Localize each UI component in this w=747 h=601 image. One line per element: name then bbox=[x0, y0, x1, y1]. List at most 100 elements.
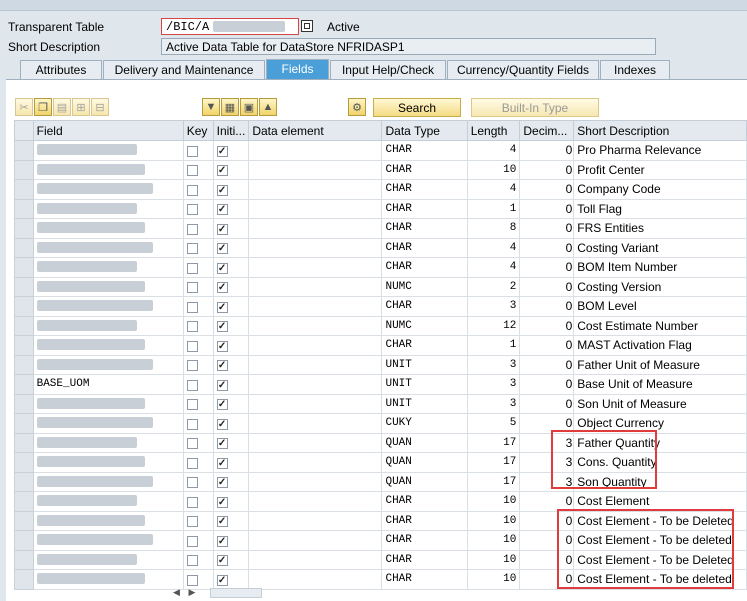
initial-checkbox[interactable] bbox=[216, 516, 228, 528]
row-selector[interactable] bbox=[14, 296, 34, 317]
key-checkbox-cell[interactable] bbox=[182, 549, 214, 570]
key-checkbox[interactable] bbox=[186, 165, 198, 177]
initial-checkbox-cell[interactable] bbox=[212, 471, 250, 492]
data-type-cell[interactable]: CHAR bbox=[381, 218, 468, 239]
initial-checkbox[interactable] bbox=[216, 477, 228, 489]
data-type-cell[interactable]: CHAR bbox=[381, 198, 468, 219]
data-type-cell[interactable]: UNIT bbox=[381, 393, 468, 414]
table-row[interactable]: NUMC120Cost Estimate Number bbox=[14, 315, 747, 336]
decimals-cell[interactable]: 0 bbox=[519, 179, 575, 200]
field-name-cell[interactable] bbox=[32, 315, 184, 336]
field-name-cell[interactable] bbox=[32, 218, 184, 239]
table-row[interactable]: CHAR100Cost Element - To be deleted bbox=[14, 569, 747, 590]
length-cell[interactable]: 10 bbox=[466, 491, 521, 512]
table-row[interactable]: CHAR30BOM Level bbox=[14, 296, 747, 317]
data-type-cell[interactable]: CHAR bbox=[381, 530, 468, 551]
key-checkbox-cell[interactable] bbox=[182, 452, 214, 473]
decimals-cell[interactable]: 0 bbox=[519, 237, 575, 258]
hierarchy-icon[interactable]: ⚙ bbox=[348, 98, 366, 116]
initial-checkbox[interactable] bbox=[216, 204, 228, 216]
length-cell[interactable]: 10 bbox=[466, 569, 521, 590]
initial-checkbox[interactable] bbox=[216, 243, 228, 255]
key-checkbox-cell[interactable] bbox=[182, 530, 214, 551]
key-checkbox[interactable] bbox=[186, 535, 198, 547]
key-checkbox-cell[interactable] bbox=[182, 198, 214, 219]
data-type-cell[interactable]: CHAR bbox=[381, 140, 468, 161]
col-header-short-desc[interactable]: Short Description bbox=[573, 120, 747, 141]
data-type-cell[interactable]: CHAR bbox=[381, 257, 468, 278]
short-desc-cell[interactable]: Profit Center bbox=[573, 159, 747, 180]
col-header-data-element[interactable]: Data element bbox=[248, 120, 383, 141]
table-row[interactable]: CHAR100Cost Element bbox=[14, 491, 747, 512]
key-checkbox[interactable] bbox=[186, 379, 198, 391]
data-element-cell[interactable] bbox=[248, 159, 383, 180]
initial-checkbox-cell[interactable] bbox=[212, 140, 250, 161]
short-desc-cell[interactable]: Toll Flag bbox=[573, 198, 747, 219]
data-type-cell[interactable]: CHAR bbox=[381, 335, 468, 356]
decimals-cell[interactable]: 0 bbox=[519, 218, 575, 239]
key-checkbox-cell[interactable] bbox=[182, 335, 214, 356]
field-name-cell[interactable] bbox=[32, 335, 184, 356]
key-checkbox[interactable] bbox=[186, 204, 198, 216]
length-cell[interactable]: 12 bbox=[466, 315, 521, 336]
length-cell[interactable]: 4 bbox=[466, 140, 521, 161]
tab-indexes[interactable]: Indexes bbox=[600, 60, 670, 79]
table-row[interactable]: NUMC20Costing Version bbox=[14, 276, 747, 297]
initial-checkbox-cell[interactable] bbox=[212, 374, 250, 395]
data-type-cell[interactable]: NUMC bbox=[381, 315, 468, 336]
data-type-cell[interactable]: QUAN bbox=[381, 432, 468, 453]
short-desc-cell[interactable]: FRS Entities bbox=[573, 218, 747, 239]
decimals-cell[interactable]: 0 bbox=[519, 393, 575, 414]
data-element-cell[interactable] bbox=[248, 198, 383, 219]
key-checkbox[interactable] bbox=[186, 145, 198, 157]
data-element-cell[interactable] bbox=[248, 471, 383, 492]
row-selector[interactable] bbox=[14, 549, 34, 570]
table-row[interactable]: BASE_UOM UNIT30Base Unit of Measure bbox=[14, 374, 747, 395]
short-desc-cell[interactable]: Object Currency bbox=[573, 413, 747, 434]
short-desc-cell[interactable]: Father Unit of Measure bbox=[573, 354, 747, 375]
initial-checkbox-cell[interactable] bbox=[212, 296, 250, 317]
initial-checkbox[interactable] bbox=[216, 282, 228, 294]
data-type-cell[interactable]: QUAN bbox=[381, 471, 468, 492]
data-type-cell[interactable]: UNIT bbox=[381, 354, 468, 375]
row-selector[interactable] bbox=[14, 237, 34, 258]
data-element-cell[interactable] bbox=[248, 315, 383, 336]
initial-checkbox-cell[interactable] bbox=[212, 491, 250, 512]
field-name-cell[interactable] bbox=[32, 179, 184, 200]
length-cell[interactable]: 10 bbox=[466, 549, 521, 570]
col-header-key[interactable]: Key bbox=[182, 120, 214, 141]
field-name-cell[interactable] bbox=[32, 491, 184, 512]
short-desc-field[interactable]: Active Data Table for DataStore NFRIDASP… bbox=[161, 38, 656, 55]
key-checkbox[interactable] bbox=[186, 340, 198, 352]
row-selector[interactable] bbox=[14, 276, 34, 297]
key-checkbox-cell[interactable] bbox=[182, 218, 214, 239]
data-element-cell[interactable] bbox=[248, 140, 383, 161]
field-name-cell[interactable] bbox=[32, 413, 184, 434]
delete-row-icon[interactable]: ⊟ bbox=[91, 98, 109, 116]
key-checkbox[interactable] bbox=[186, 457, 198, 469]
initial-checkbox-cell[interactable] bbox=[212, 159, 250, 180]
tab-delivery-maintenance[interactable]: Delivery and Maintenance bbox=[103, 60, 265, 79]
short-desc-cell[interactable]: Cost Element - To be Deleted bbox=[573, 510, 747, 531]
key-checkbox-cell[interactable] bbox=[182, 432, 214, 453]
decimals-cell[interactable]: 0 bbox=[519, 569, 575, 590]
field-name-cell[interactable] bbox=[32, 276, 184, 297]
field-name-cell[interactable] bbox=[32, 393, 184, 414]
key-checkbox[interactable] bbox=[186, 321, 198, 333]
field-name-cell[interactable] bbox=[32, 198, 184, 219]
initial-checkbox[interactable] bbox=[216, 574, 228, 586]
initial-checkbox-cell[interactable] bbox=[212, 198, 250, 219]
initial-checkbox-cell[interactable] bbox=[212, 549, 250, 570]
data-type-cell[interactable]: CHAR bbox=[381, 179, 468, 200]
initial-checkbox[interactable] bbox=[216, 360, 228, 372]
field-name-cell[interactable] bbox=[32, 510, 184, 531]
decimals-cell[interactable]: 0 bbox=[519, 335, 575, 356]
col-header-decimals[interactable]: Decim... bbox=[519, 120, 575, 141]
table-row[interactable]: CHAR80FRS Entities bbox=[14, 218, 747, 239]
decimals-cell[interactable]: 0 bbox=[519, 413, 575, 434]
length-cell[interactable]: 5 bbox=[466, 413, 521, 434]
key-checkbox[interactable] bbox=[186, 301, 198, 313]
initial-checkbox-cell[interactable] bbox=[212, 257, 250, 278]
table-row[interactable]: CHAR100Cost Element - To be deleted bbox=[14, 530, 747, 551]
decimals-cell[interactable]: 0 bbox=[519, 159, 575, 180]
